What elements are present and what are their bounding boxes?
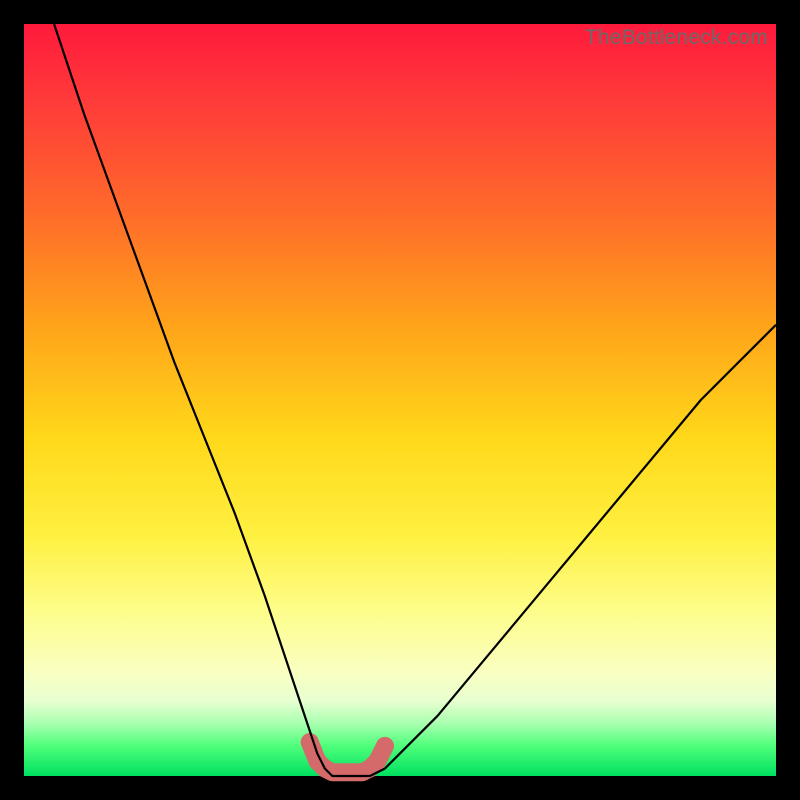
bottleneck-curve	[54, 24, 776, 776]
chart-frame: TheBottleneck.com	[0, 0, 800, 800]
chart-svg	[24, 24, 776, 776]
optimal-band-dot	[376, 737, 394, 755]
optimal-band	[301, 733, 394, 772]
plot-area: TheBottleneck.com	[24, 24, 776, 776]
